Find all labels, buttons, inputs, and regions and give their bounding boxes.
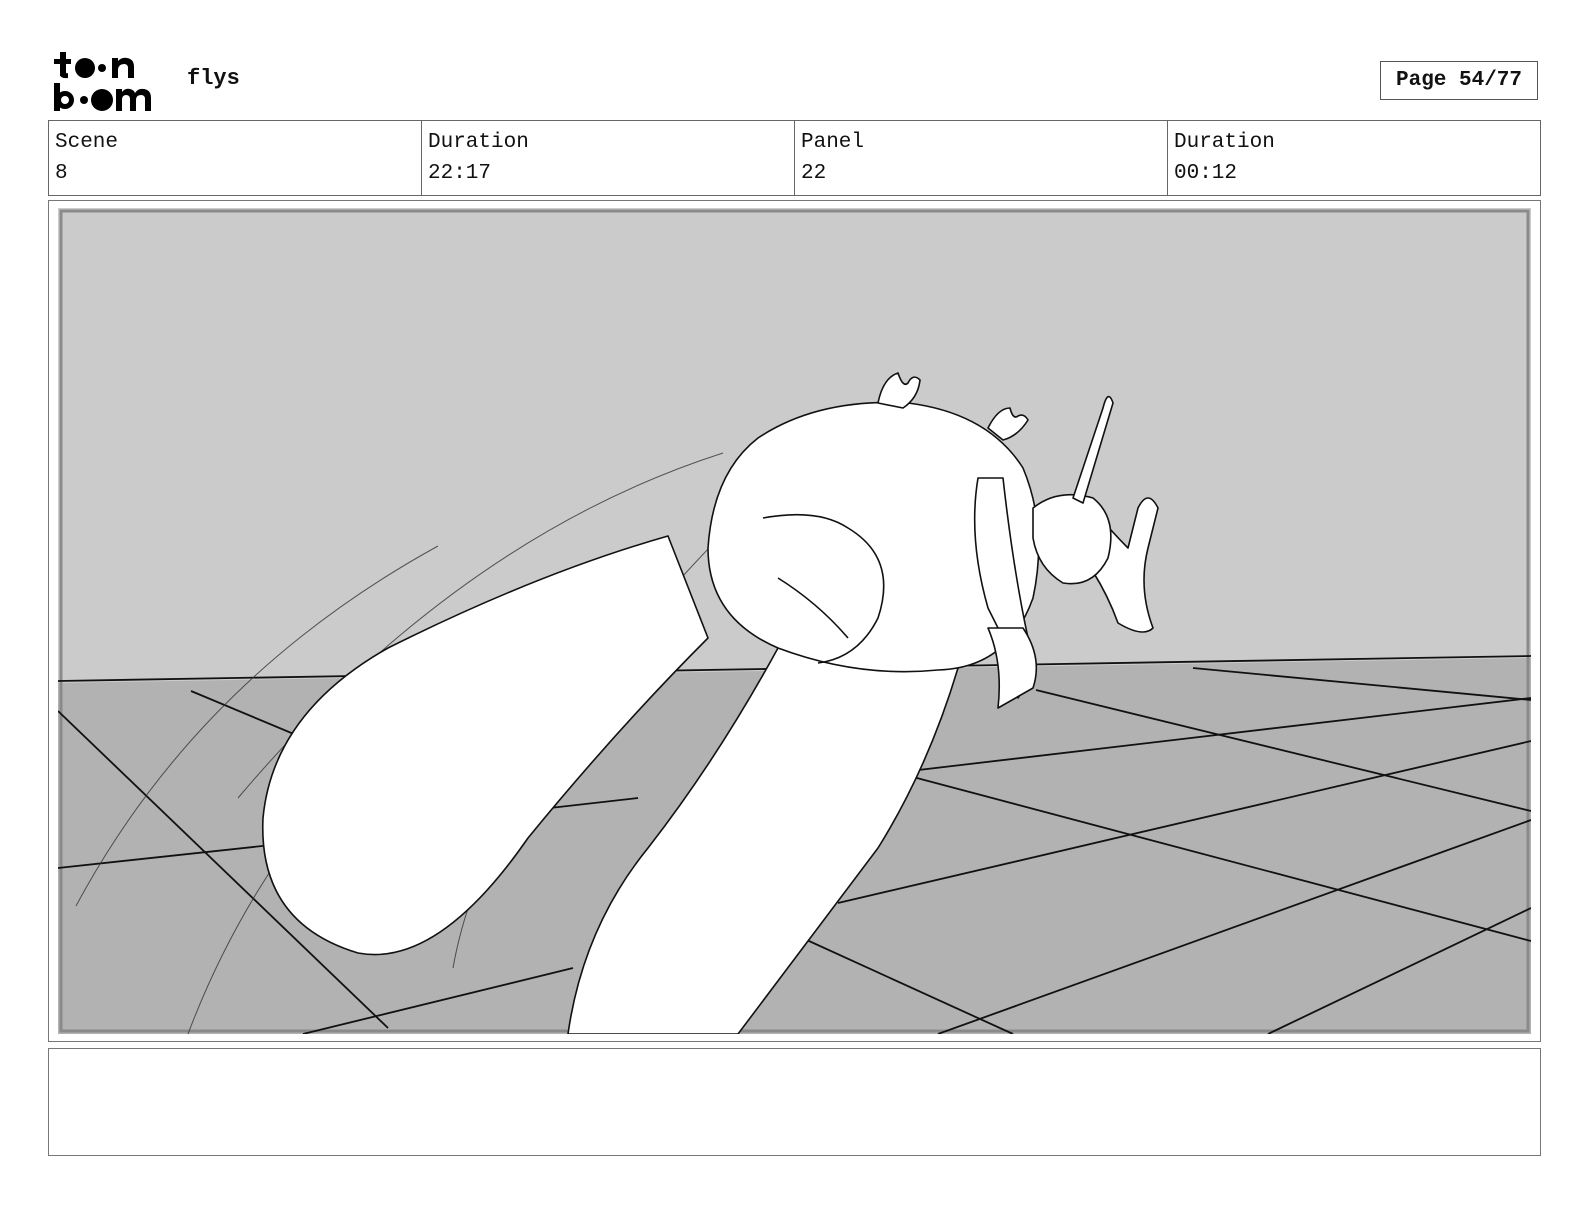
scene-duration-value: 22:17 <box>428 162 492 185</box>
panel-duration-label: Duration <box>1174 131 1275 154</box>
panel-label: Panel <box>801 131 865 154</box>
panel-duration-cell: Duration 00:12 <box>1168 121 1540 195</box>
scene-info-table: Scene 8 Duration 22:17 Panel 22 Duration… <box>48 120 1541 196</box>
toon-boom-logo <box>54 52 151 111</box>
scene-label: Scene <box>55 131 119 154</box>
scene-value: 8 <box>55 162 68 185</box>
scene-duration-cell: Duration 22:17 <box>422 121 795 195</box>
scene-cell: Scene 8 <box>49 121 422 195</box>
storyboard-panel-frame <box>48 200 1541 1042</box>
project-title: flys <box>187 66 240 91</box>
panel-value: 22 <box>801 162 827 185</box>
storyboard-sketch <box>58 208 1531 1034</box>
scene-duration-label: Duration <box>428 131 529 154</box>
panel-notes-box <box>48 1048 1541 1156</box>
panel-cell: Panel 22 <box>795 121 1168 195</box>
page-number: Page 54/77 <box>1380 61 1538 100</box>
panel-duration-value: 00:12 <box>1174 162 1238 185</box>
